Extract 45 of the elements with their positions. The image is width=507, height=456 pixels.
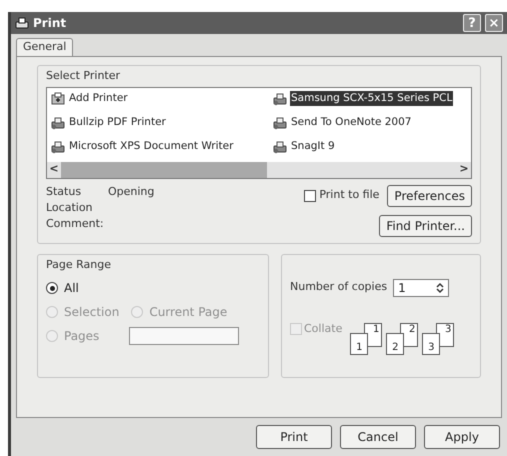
group-title: Page Range — [46, 256, 112, 272]
printer-item[interactable]: Bullzip PDF Printer — [68, 114, 167, 130]
info-label: Status — [46, 184, 82, 200]
printer-icon — [273, 116, 287, 130]
printer-icon — [51, 140, 65, 154]
printer-icon — [273, 140, 287, 154]
tab[interactable]: General — [16, 38, 74, 56]
printer-item[interactable]: Samsung SCX-5x15 Series PCL — [290, 90, 454, 106]
printer-item[interactable]: Send To OneNote 2007 — [290, 114, 412, 130]
add-printer-icon — [51, 92, 65, 106]
scroll-left-button[interactable]: < — [47, 161, 61, 178]
radio-label: Current Page — [149, 304, 228, 321]
checkbox-label: Print to file — [319, 187, 380, 204]
printer-icon — [15, 16, 29, 30]
horizontal-scrollbar[interactable]: < > — [47, 162, 471, 178]
copies-label: Number of copies — [290, 279, 388, 296]
group-title: Select Printer — [46, 68, 122, 84]
spin-arrows-icon[interactable] — [435, 282, 446, 294]
radio-label: All — [64, 280, 79, 297]
printer-item[interactable]: SnagIt 9 — [290, 138, 336, 154]
printer-icon — [51, 116, 65, 130]
info-label: Comment: — [46, 216, 105, 232]
scroll-thumb[interactable] — [61, 162, 267, 178]
radio-label: Pages — [64, 328, 100, 345]
radio-label: Selection — [64, 304, 120, 321]
printer-item[interactable]: Microsoft XPS Document Writer — [68, 138, 234, 154]
window-title: Print — [33, 15, 68, 32]
scroll-right-button[interactable]: > — [457, 161, 471, 178]
radio-button[interactable] — [46, 282, 58, 294]
page-number: 3 — [422, 332, 440, 354]
printer-icon — [273, 92, 287, 106]
dialog-button[interactable]: Cancel — [340, 425, 416, 449]
checkbox-label: Collate — [304, 320, 342, 336]
page-number: 2 — [386, 332, 404, 354]
copies-spinner[interactable]: 1 — [393, 278, 450, 296]
copies-value: 1 — [397, 280, 407, 296]
dialog-button[interactable]: Print — [256, 425, 332, 449]
page-number: 1 — [350, 332, 368, 354]
find-printer-button[interactable]: Find Printer... — [379, 214, 472, 236]
checkbox[interactable] — [304, 190, 316, 202]
info-label: Location — [46, 200, 94, 216]
info-value: Opening — [108, 184, 154, 200]
preferences-button[interactable]: Preferences — [387, 184, 472, 206]
dialog-button[interactable]: Apply — [424, 425, 500, 449]
printer-item[interactable]: Add Printer — [68, 90, 129, 106]
